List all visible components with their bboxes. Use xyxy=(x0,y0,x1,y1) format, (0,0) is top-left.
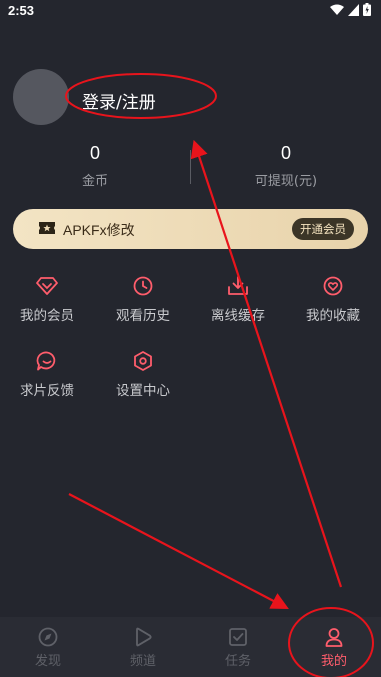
heart-icon xyxy=(323,276,343,296)
withdrawable-label: 可提现(元) xyxy=(254,174,318,189)
wifi-icon xyxy=(330,4,344,15)
nav-channel-label: 频道 xyxy=(129,654,156,669)
nav-mine[interactable]: 我的 xyxy=(294,627,374,669)
menu-my-membership-label: 我的会员 xyxy=(20,308,74,324)
menu-offline-cache-label: 离线缓存 xyxy=(211,308,265,324)
coins-value: 0 xyxy=(89,143,100,163)
avatar[interactable] xyxy=(13,69,69,125)
open-vip-button[interactable]: 开通会员 xyxy=(292,218,354,240)
withdrawable-value: 0 xyxy=(280,143,291,163)
stats-divider xyxy=(190,150,191,184)
menu-watch-history-label: 观看历史 xyxy=(116,308,170,324)
status-bar: 2:53 xyxy=(0,0,381,22)
play-icon xyxy=(136,627,152,647)
arrow-to-mine-tab xyxy=(68,493,289,610)
battery-icon xyxy=(363,3,371,16)
menu-request-feedback-label: 求片反馈 xyxy=(20,383,74,399)
vip-banner-text: APKFx修改 xyxy=(63,222,135,238)
nav-channel[interactable]: 频道 xyxy=(103,627,183,669)
menu-watch-history[interactable]: 观看历史 xyxy=(98,276,188,324)
chat-bubble-icon xyxy=(36,351,56,371)
bottom-nav: 发现 频道 任务 我的 xyxy=(0,617,381,677)
task-icon xyxy=(229,628,247,646)
menu-my-membership[interactable]: 我的会员 xyxy=(2,276,92,324)
settings-hexagon-icon xyxy=(134,351,152,371)
ticket-icon xyxy=(39,222,55,234)
menu-settings-center[interactable]: 设置中心 xyxy=(98,351,188,399)
coins-stat[interactable]: 0 金币 xyxy=(25,143,165,189)
download-icon xyxy=(228,276,248,295)
nav-tasks[interactable]: 任务 xyxy=(198,627,278,669)
diamond-icon xyxy=(36,277,58,295)
login-register-link[interactable]: 登录/注册 xyxy=(82,88,156,113)
menu-offline-cache[interactable]: 离线缓存 xyxy=(193,276,283,324)
status-icons xyxy=(330,3,371,16)
nav-discover-label: 发现 xyxy=(34,654,61,669)
menu-settings-center-label: 设置中心 xyxy=(116,383,170,399)
nav-tasks-label: 任务 xyxy=(224,654,251,669)
vip-banner[interactable]: APKFx修改 开通会员 xyxy=(13,209,368,249)
menu-my-favorites-label: 我的收藏 xyxy=(306,308,360,324)
nav-mine-label: 我的 xyxy=(320,654,347,669)
clock-icon xyxy=(133,276,153,296)
menu-my-favorites[interactable]: 我的收藏 xyxy=(288,276,378,324)
user-icon xyxy=(325,628,343,647)
coins-label: 金币 xyxy=(81,174,108,189)
signal-icon xyxy=(348,3,359,16)
nav-discover[interactable]: 发现 xyxy=(8,627,88,669)
menu-request-feedback[interactable]: 求片反馈 xyxy=(2,351,92,399)
compass-icon xyxy=(38,627,58,647)
withdrawable-stat[interactable]: 0 可提现(元) xyxy=(216,143,356,189)
status-time: 2:53 xyxy=(8,3,35,18)
